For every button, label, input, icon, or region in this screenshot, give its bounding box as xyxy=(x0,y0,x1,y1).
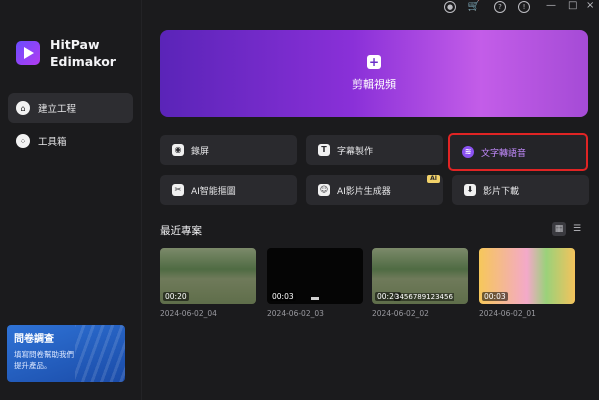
screen-record-button[interactable]: ◉ 錄屏 xyxy=(160,135,297,165)
project-date: 2024-06-02_04 xyxy=(160,309,217,318)
overlay-text: 3456789123456 xyxy=(394,293,454,301)
tool-label: 錄屏 xyxy=(191,146,210,157)
video-download-button[interactable]: ⬇ 影片下載 xyxy=(452,175,589,205)
app-window: HitPaw Edimakor ⌂ 建立工程 ⁘ 工具箱 問卷調查 填寫問卷幫助… xyxy=(0,0,599,400)
app-logo-icon xyxy=(16,41,40,65)
list-view-icon[interactable]: ☰ xyxy=(570,222,584,236)
edit-video-label: 剪輯視頻 xyxy=(352,78,396,91)
project-date: 2024-06-02_01 xyxy=(479,309,536,318)
brand-name-line2: Edimakor xyxy=(50,54,116,69)
close-button[interactable]: × xyxy=(586,0,594,11)
duration-badge: 00:03 xyxy=(482,292,508,301)
toolbox-icon: ⁘ xyxy=(16,134,30,148)
duration-badge: 00:20 xyxy=(163,292,189,301)
maximize-button[interactable]: □ xyxy=(568,0,577,11)
survey-desc-line2: 提升產品。 xyxy=(14,361,52,370)
plus-icon: + xyxy=(367,55,381,69)
download-icon: ⬇ xyxy=(464,184,476,196)
watermark xyxy=(311,297,319,300)
sidebar-item-label: 建立工程 xyxy=(38,104,77,115)
recent-projects-title: 最近專案 xyxy=(160,225,202,237)
tool-label: 字幕製作 xyxy=(337,146,374,157)
subtitle-button[interactable]: T 字幕製作 xyxy=(306,135,443,165)
project-thumbnail[interactable]: 00:20 xyxy=(160,248,256,304)
home-icon: ⌂ xyxy=(16,101,30,115)
text-to-speech-icon: ≋ xyxy=(462,146,474,158)
edit-video-button[interactable]: + 剪輯視頻 xyxy=(160,30,588,117)
brand-name-line1: HitPaw xyxy=(50,37,100,52)
survey-banner[interactable]: 問卷調查 填寫問卷幫助我們 提升產品。 xyxy=(7,325,125,382)
sidebar-item-create-project[interactable]: ⌂ 建立工程 xyxy=(8,93,133,123)
title-bar: ● 🛒 ? ! — □ × xyxy=(142,0,599,16)
record-icon: ◉ xyxy=(172,144,184,156)
sidebar-item-toolbox[interactable]: ⁘ 工具箱 xyxy=(8,126,133,156)
project-date: 2024-06-02_02 xyxy=(372,309,429,318)
brand: HitPaw Edimakor xyxy=(16,36,116,70)
ai-cutout-button[interactable]: ✂ AI智能摳圖 xyxy=(160,175,297,205)
project-thumbnail[interactable]: 00:03 xyxy=(479,248,575,304)
minimize-button[interactable]: — xyxy=(546,0,556,11)
help-icon[interactable]: ? xyxy=(494,1,506,13)
tool-label: AI影片生成器 xyxy=(337,186,391,197)
ai-cutout-icon: ✂ xyxy=(172,184,184,196)
project-thumbnail[interactable]: 00:20 3456789123456 xyxy=(372,248,468,304)
tool-label: AI智能摳圖 xyxy=(191,186,236,197)
grid-view-icon[interactable]: ▦ xyxy=(552,222,566,236)
tool-label: 影片下載 xyxy=(483,186,520,197)
project-date: 2024-06-02_03 xyxy=(267,309,324,318)
ai-video-icon: ☺ xyxy=(318,184,330,196)
info-icon[interactable]: ! xyxy=(518,1,530,13)
project-thumbnail[interactable]: 00:03 xyxy=(267,248,363,304)
text-to-speech-button[interactable]: ≋ 文字轉語音 xyxy=(448,133,588,171)
ai-video-generator-button[interactable]: ☺ AI影片生成器 AI xyxy=(306,175,443,205)
duration-badge: 00:03 xyxy=(270,292,296,301)
sidebar: HitPaw Edimakor ⌂ 建立工程 ⁘ 工具箱 問卷調查 填寫問卷幫助… xyxy=(0,0,142,400)
user-icon[interactable]: ● xyxy=(444,1,456,13)
ai-badge: AI xyxy=(427,175,440,183)
survey-title: 問卷調查 xyxy=(14,334,54,345)
tool-label: 文字轉語音 xyxy=(481,148,527,159)
sidebar-item-label: 工具箱 xyxy=(38,137,67,148)
survey-desc-line1: 填寫問卷幫助我們 xyxy=(14,350,74,359)
subtitle-icon: T xyxy=(318,144,330,156)
cart-icon[interactable]: 🛒 xyxy=(468,1,480,13)
